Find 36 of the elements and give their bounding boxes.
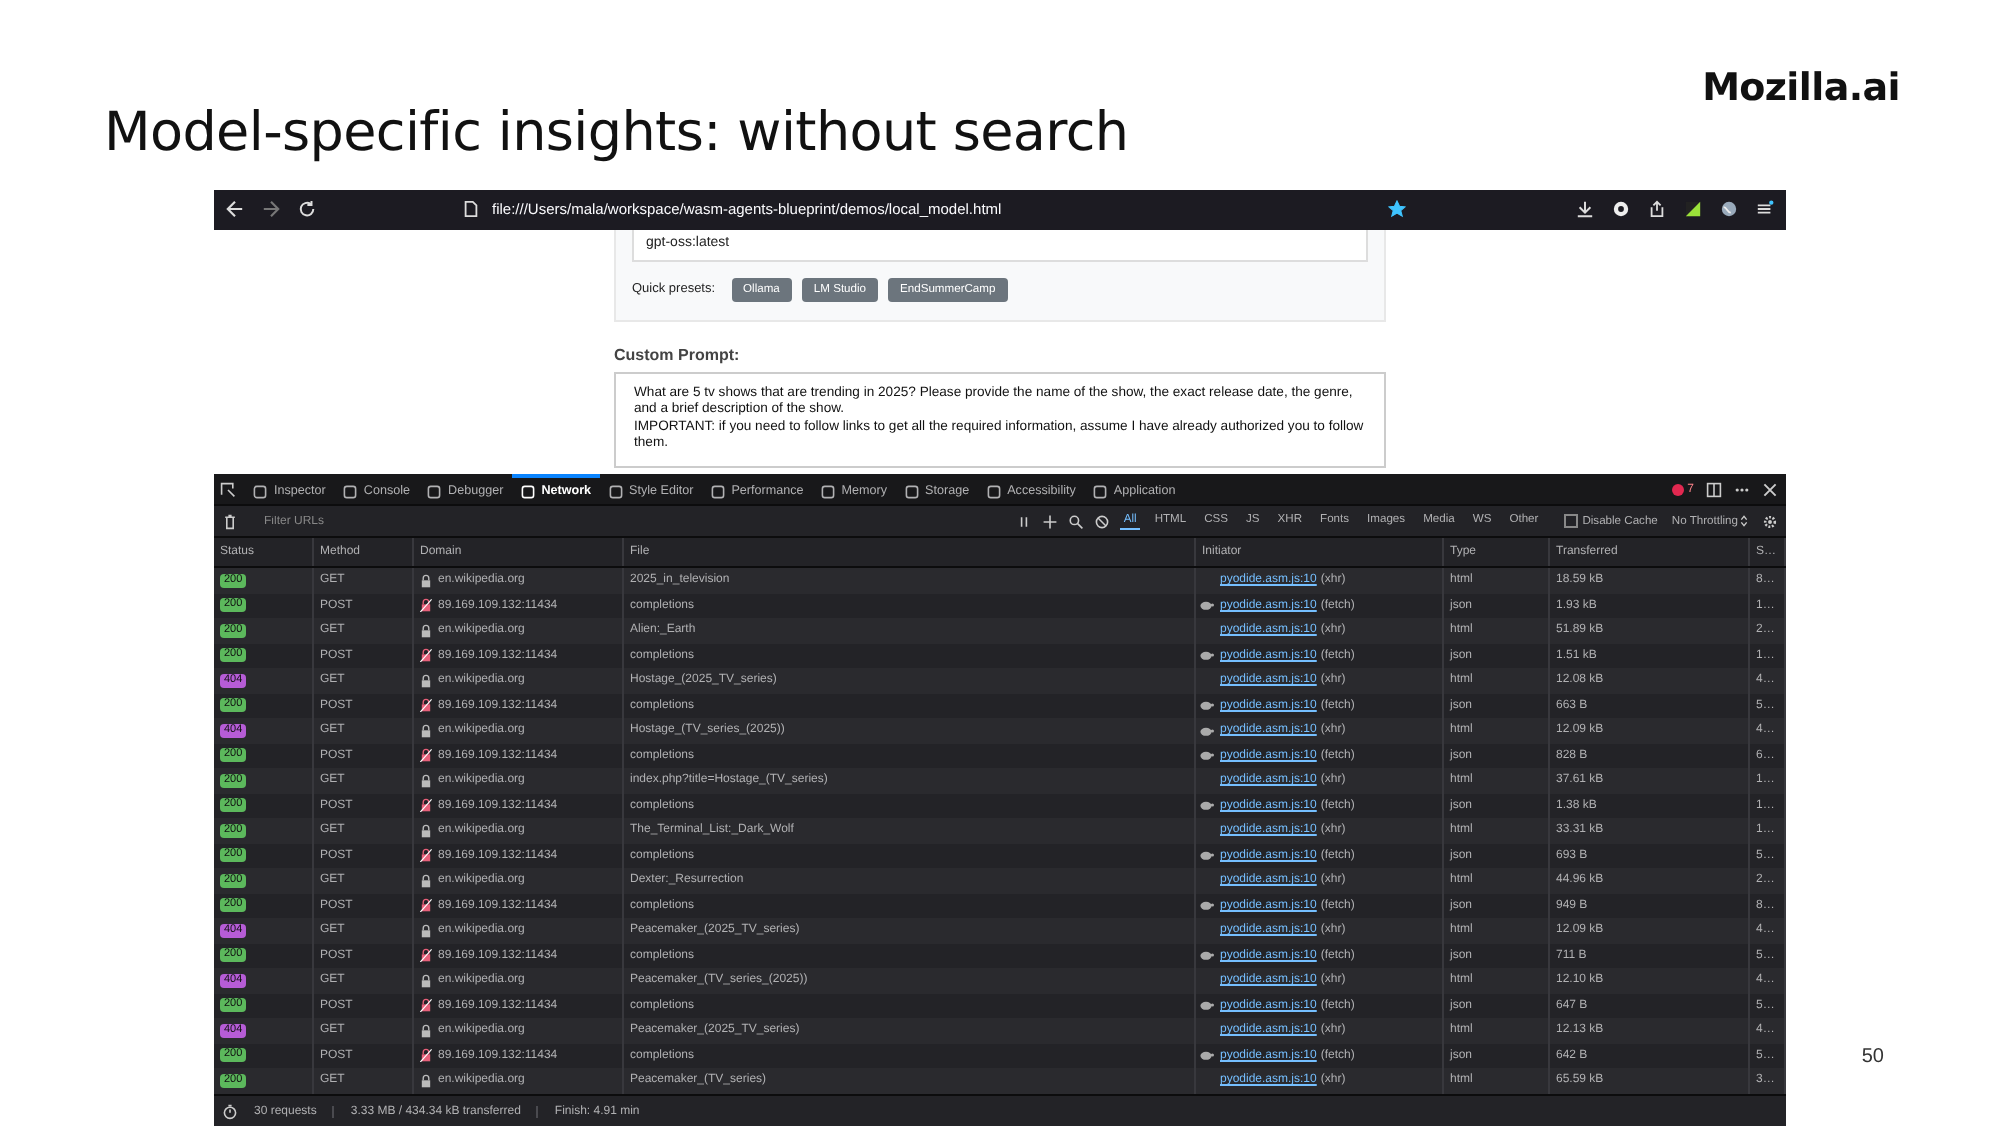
trash-icon[interactable] <box>222 513 238 529</box>
circle-icon[interactable] <box>1612 200 1630 219</box>
extension-icon[interactable] <box>1684 200 1702 219</box>
timer-icon <box>222 1103 238 1119</box>
square-icon <box>252 483 268 499</box>
share-icon[interactable] <box>1648 200 1666 219</box>
picker-icon[interactable] <box>220 481 236 497</box>
forward-icon[interactable] <box>262 200 280 219</box>
reload-icon[interactable] <box>298 200 316 219</box>
caret-icon <box>1740 514 1748 528</box>
pause-icon[interactable] <box>1015 513 1032 529</box>
square-icon <box>341 483 358 499</box>
dock-icon[interactable] <box>1706 481 1722 497</box>
back-icon[interactable] <box>226 200 244 219</box>
square-icon <box>985 483 1002 499</box>
menu-icon[interactable] <box>1756 200 1774 219</box>
square-icon <box>426 483 443 499</box>
close-icon[interactable] <box>1762 481 1778 497</box>
page-number: 50 <box>1861 1046 1884 1068</box>
star-icon[interactable] <box>1388 200 1406 219</box>
square-icon <box>709 483 726 499</box>
globe-icon[interactable] <box>1720 200 1738 219</box>
square-icon <box>819 483 836 499</box>
plus-icon[interactable] <box>1041 513 1058 529</box>
prompt-label: Custom Prompt: <box>614 345 742 364</box>
download-icon[interactable] <box>1576 200 1594 219</box>
logo: Mozilla.ai <box>1702 66 1900 110</box>
slide-title: Model-specific insights: without search <box>104 102 1131 164</box>
square-icon <box>903 483 920 499</box>
square-icon <box>519 483 536 499</box>
settings-icon[interactable] <box>1762 513 1778 529</box>
block-icon[interactable] <box>1093 513 1110 529</box>
search-icon[interactable] <box>1067 513 1084 529</box>
page-icon <box>462 200 480 219</box>
square-icon <box>607 483 624 499</box>
square-icon <box>1091 483 1108 499</box>
